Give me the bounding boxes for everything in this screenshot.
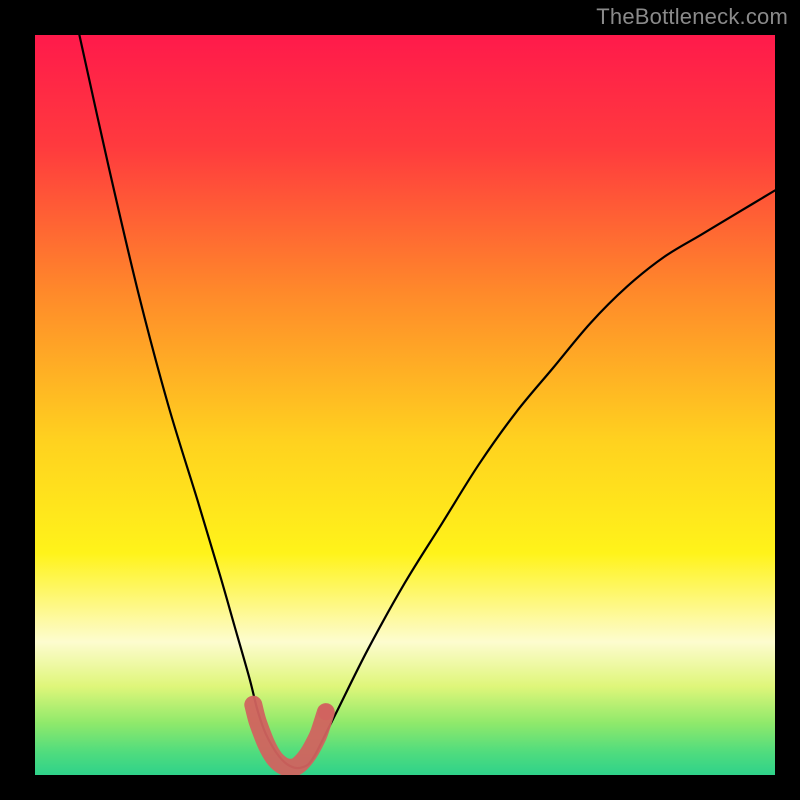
plot-background <box>35 35 775 775</box>
chart-stage: TheBottleneck.com <box>0 0 800 800</box>
watermark-text: TheBottleneck.com <box>596 4 788 30</box>
series-highlight-band-end-dot <box>318 704 334 720</box>
bottleneck-chart <box>0 0 800 800</box>
